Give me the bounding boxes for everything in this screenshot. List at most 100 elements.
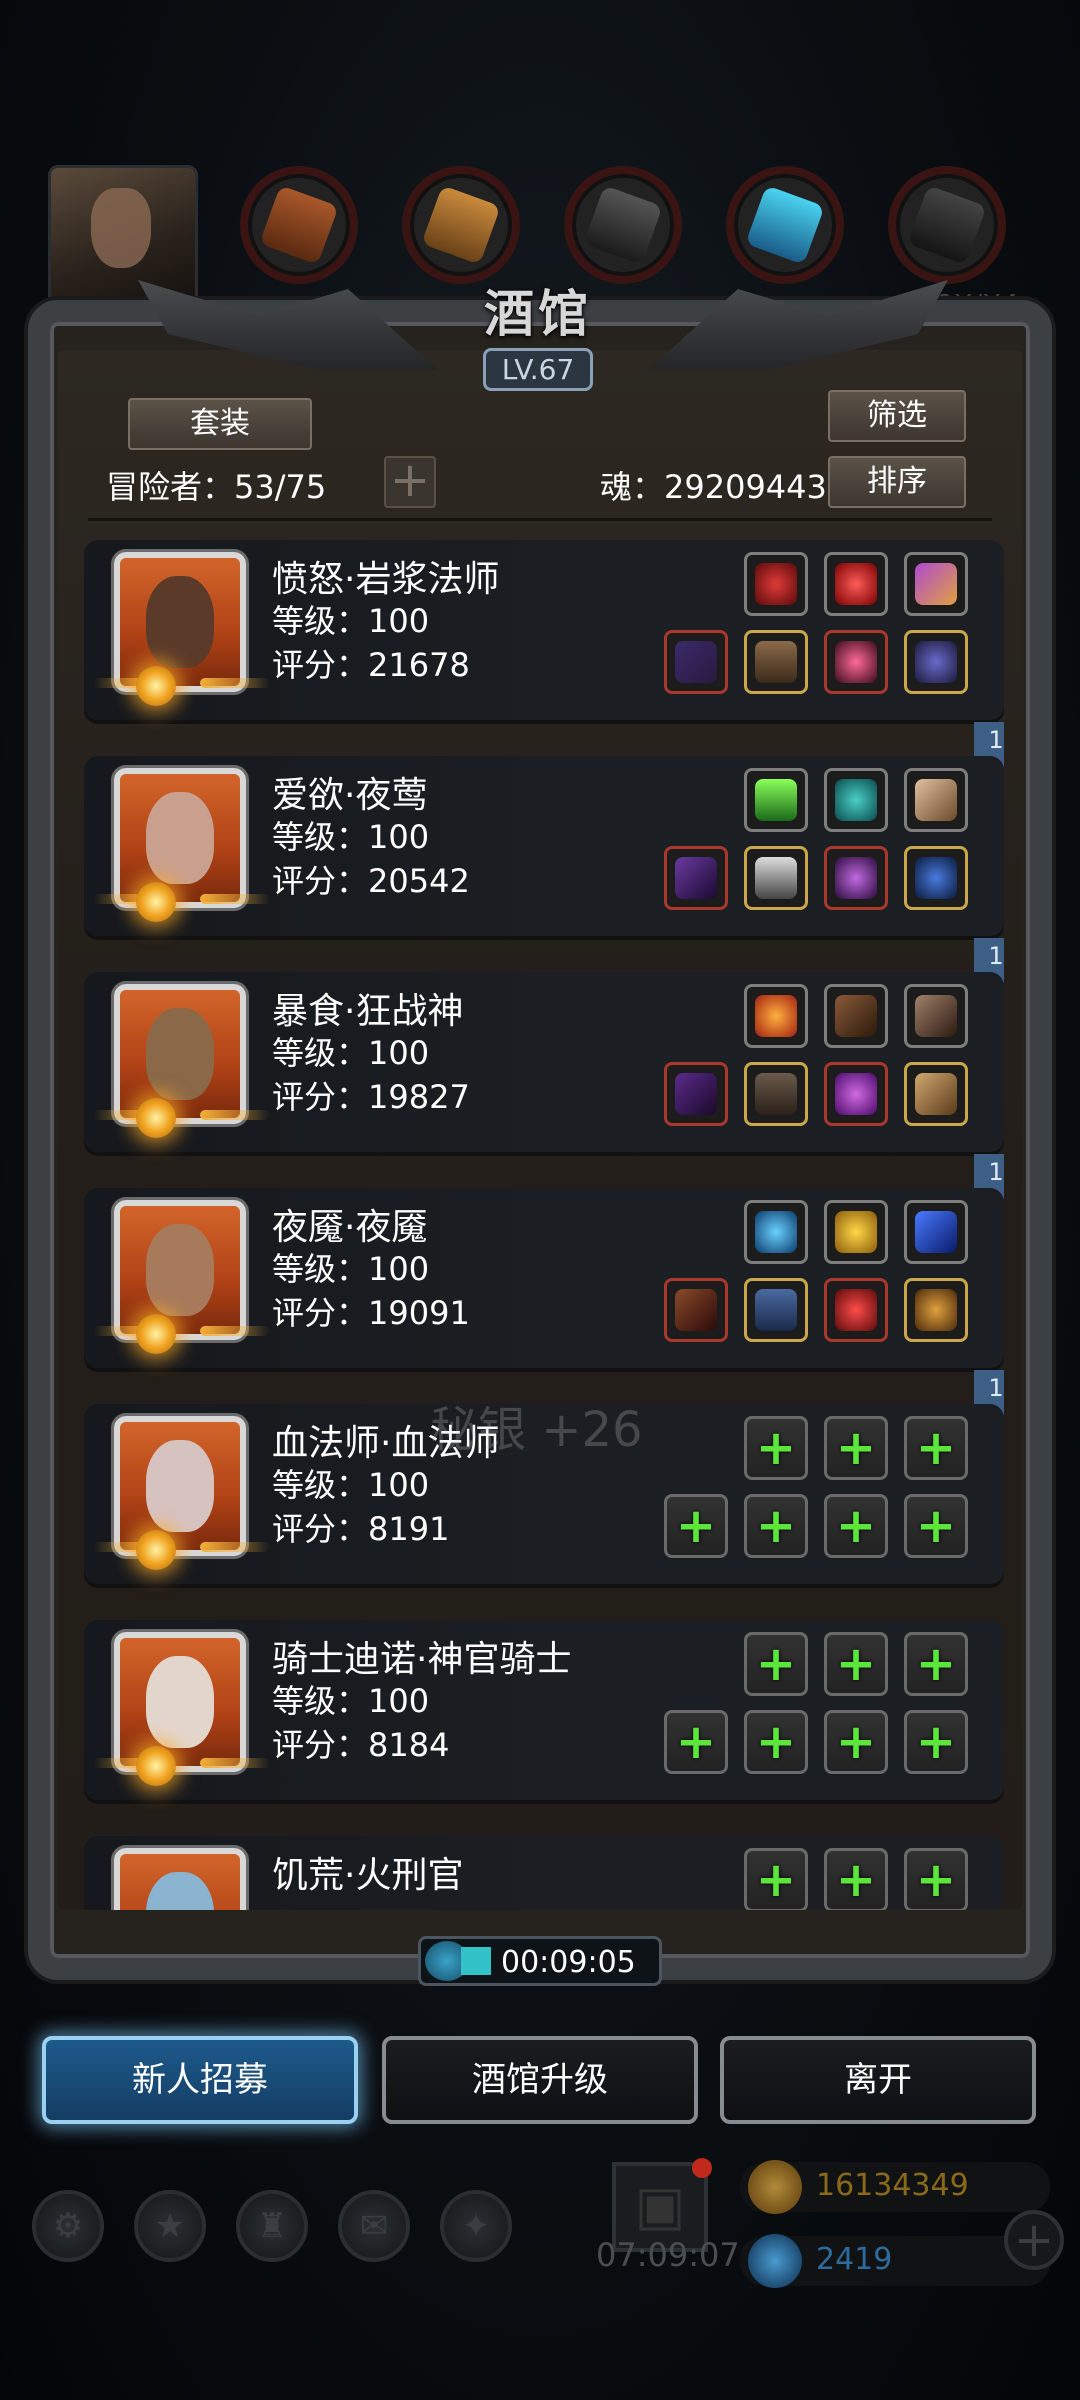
settings-gear-icon[interactable]: ⚙ — [32, 2190, 104, 2262]
gold-amount: 16134349 — [816, 2168, 969, 2203]
filter-button[interactable]: 筛选 — [828, 390, 966, 442]
amulet-icon[interactable] — [824, 630, 888, 694]
claw-icon[interactable] — [904, 552, 968, 616]
hero-name: 愤怒·岩浆法师 — [272, 559, 500, 600]
empty-slot-plus-icon[interactable]: + — [824, 1494, 888, 1558]
hero-face — [146, 1440, 214, 1532]
hero-avatar[interactable] — [114, 1632, 246, 1772]
pendant-icon[interactable] — [904, 846, 968, 910]
orb-icon[interactable] — [824, 552, 888, 616]
map-icon[interactable]: ✦ — [440, 2190, 512, 2262]
eye-amulet-icon[interactable] — [824, 1278, 888, 1342]
hero-name: 骑士迪诺·神官骑士 — [272, 1639, 572, 1680]
stone-icon[interactable] — [888, 166, 1006, 284]
upgrade-tavern-button[interactable]: 酒馆升级 — [382, 2036, 698, 2124]
green-crystal-icon[interactable] — [744, 768, 808, 832]
teal-stone-icon[interactable] — [824, 768, 888, 832]
rank-gem-icon — [136, 882, 176, 922]
gold-relic-icon[interactable] — [824, 1200, 888, 1264]
hero-avatar[interactable] — [114, 1200, 246, 1340]
faded-reward-text: 秘银 +26 — [430, 1402, 643, 1458]
hero-level: 等级：100 — [272, 1466, 430, 1504]
iron-icon[interactable] — [564, 166, 682, 284]
empty-slot-plus-icon[interactable]: + — [904, 1710, 968, 1774]
list-item[interactable]: 骑士迪诺·神官骑士 等级：100 评分：8184 + + + + + + + — [84, 1620, 1004, 1800]
empty-slot-plus-icon[interactable]: + — [904, 1494, 968, 1558]
hero-avatar[interactable] — [114, 552, 246, 692]
leave-button[interactable]: 离开 — [720, 2036, 1036, 2124]
empty-slot-plus-icon[interactable]: + — [664, 1494, 728, 1558]
hero-face — [146, 1224, 214, 1316]
castle-icon[interactable]: ♜ — [236, 2190, 308, 2262]
set-button[interactable]: 套装 — [128, 398, 312, 450]
tavern-level-badge: LV.67 — [482, 348, 594, 391]
list-item[interactable]: 饥荒·火刑官 + + + — [84, 1836, 1004, 1910]
staff-icon[interactable] — [664, 630, 728, 694]
hero-level: 等级：100 — [272, 1682, 430, 1720]
hero-name: 夜魇·夜魇 — [272, 1207, 428, 1248]
add-currency-button[interactable]: + — [1004, 2210, 1064, 2270]
empty-slot-plus-icon[interactable]: + — [824, 1632, 888, 1696]
robe-icon[interactable] — [744, 1278, 808, 1342]
bracelet-icon[interactable] — [904, 1278, 968, 1342]
wing-right — [200, 1542, 270, 1552]
timer-text: 00:09:05 — [501, 1945, 636, 1980]
quill-icon[interactable] — [904, 1200, 968, 1264]
rune-icon[interactable] — [904, 630, 968, 694]
leather-icon[interactable] — [240, 166, 358, 284]
empty-slot-plus-icon[interactable]: + — [904, 1416, 968, 1480]
chest-armor-icon[interactable] — [744, 1062, 808, 1126]
add-slot-button[interactable]: + — [384, 456, 436, 508]
star-icon[interactable]: ★ — [134, 2190, 206, 2262]
wing-right — [200, 894, 270, 904]
horn-icon[interactable] — [904, 768, 968, 832]
fang-icon[interactable] — [904, 984, 968, 1048]
empty-slot-plus-icon[interactable]: + — [744, 1632, 808, 1696]
empty-slot-plus-icon[interactable]: + — [824, 1710, 888, 1774]
empty-slot-plus-icon[interactable]: + — [904, 1848, 968, 1910]
crystal-ball-icon[interactable] — [824, 1062, 888, 1126]
player-portrait[interactable] — [48, 165, 198, 305]
hero-avatar[interactable] — [114, 768, 246, 908]
blue-orb-icon[interactable] — [744, 1200, 808, 1264]
sort-button[interactable]: 排序 — [828, 456, 966, 508]
fire-orb-icon[interactable] — [744, 984, 808, 1048]
empty-slot-plus-icon[interactable]: + — [824, 1416, 888, 1480]
empty-slot-plus-icon[interactable]: + — [744, 1710, 808, 1774]
scroll-icon[interactable] — [824, 984, 888, 1048]
hero-face — [146, 576, 214, 668]
empty-slot-plus-icon[interactable]: + — [744, 1494, 808, 1558]
divider — [88, 518, 992, 521]
empty-slot-plus-icon[interactable]: + — [904, 1632, 968, 1696]
gem-amount: 2419 — [816, 2242, 893, 2277]
hero-avatar[interactable] — [114, 1848, 246, 1910]
list-item[interactable]: 暴食·狂战神 等级：100 评分：19827 1 — [84, 972, 1004, 1206]
title-banner: 酒馆 LV.67 — [408, 274, 668, 391]
mask-icon[interactable] — [824, 846, 888, 910]
club-icon[interactable] — [904, 1062, 968, 1126]
empty-slot-plus-icon[interactable]: + — [824, 1848, 888, 1910]
mail-icon[interactable]: ✉ — [338, 2190, 410, 2262]
empty-slot-plus-icon[interactable]: + — [744, 1416, 808, 1480]
hero-avatar[interactable] — [114, 1416, 246, 1556]
tavern-panel: 酒馆 LV.67 套装 筛选 冒险者：53/75 + 魂：29209443 排序… — [28, 280, 1052, 1980]
list-item[interactable]: 夜魇·夜魇 等级：100 评分：19091 1 — [84, 1188, 1004, 1422]
recruit-button[interactable]: 新人招募 — [42, 2036, 358, 2124]
hero-list[interactable]: 愤怒·岩浆法师 等级：100 评分：21678 1 爱欲·夜莺 等级：100 评… — [84, 540, 1004, 1910]
wood-icon[interactable] — [402, 166, 520, 284]
list-item[interactable]: 愤怒·岩浆法师 等级：100 评分：21678 1 — [84, 540, 1004, 774]
hero-face — [146, 1872, 214, 1910]
armor-icon[interactable] — [744, 630, 808, 694]
cloak-icon[interactable] — [744, 846, 808, 910]
empty-slot-plus-icon[interactable]: + — [664, 1710, 728, 1774]
list-item[interactable]: 爱欲·夜莺 等级：100 评分：20542 1 — [84, 756, 1004, 990]
axe-icon[interactable] — [664, 1062, 728, 1126]
gold-coin-icon — [748, 2160, 802, 2214]
spear-icon[interactable] — [664, 1278, 728, 1342]
blade-icon[interactable] — [664, 846, 728, 910]
gift-timer: 07:09:07 — [596, 2236, 740, 2274]
hero-avatar[interactable] — [114, 984, 246, 1124]
ring-icon[interactable] — [744, 552, 808, 616]
empty-slot-plus-icon[interactable]: + — [744, 1848, 808, 1910]
crystal-icon[interactable] — [726, 166, 844, 284]
